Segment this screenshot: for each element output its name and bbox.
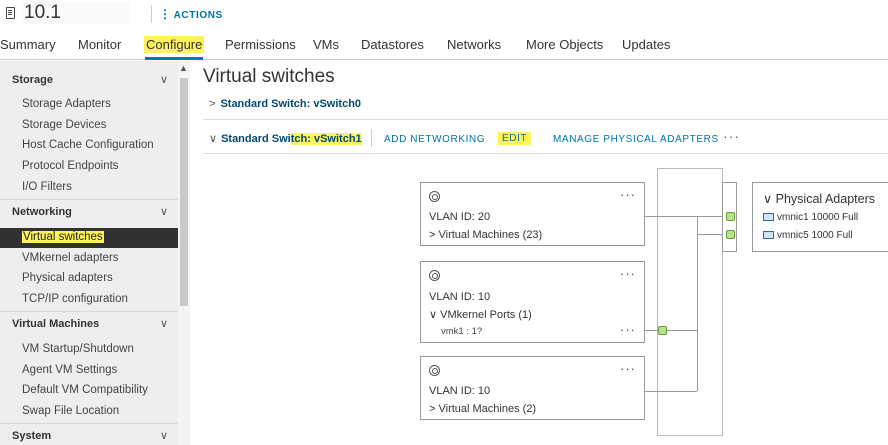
virtual-machines-count: Virtual Machines (23) (438, 229, 543, 241)
sidebar-item-swap-file-location[interactable]: Swap File Location (22, 405, 119, 417)
sidebar-item-storage-devices[interactable]: Storage Devices (22, 119, 106, 131)
virtual-machines-toggle[interactable]: > Virtual Machines (23) (429, 229, 542, 241)
more-actions-icon[interactable]: ··· (723, 128, 740, 144)
switch1-name: tch: vSwitch1 (290, 133, 362, 145)
sidebar-section-system[interactable]: System (12, 430, 51, 442)
vertical-ellipsis-icon: ⋮ (159, 7, 172, 21)
sidebar-section-storage[interactable]: Storage (12, 74, 53, 86)
section-divider (203, 119, 888, 120)
sidebar-divider (0, 311, 178, 312)
tab-permissions[interactable]: Permissions (225, 37, 296, 52)
more-icon[interactable]: ··· (620, 266, 636, 281)
switch-vswitch0-toggle[interactable]: > Standard Switch: vSwitch0 (209, 98, 361, 110)
tab-monitor[interactable]: Monitor (78, 37, 121, 52)
chevron-down-icon[interactable]: ∨ (160, 317, 168, 330)
tab-configure-label: Configure (144, 36, 205, 53)
add-networking-button[interactable]: ADD NETWORKING (384, 134, 485, 145)
tab-summary[interactable]: Summary (0, 37, 56, 52)
sidebar-item-storage-adapters[interactable]: Storage Adapters (22, 98, 111, 110)
virtual-machines-toggle[interactable]: > Virtual Machines (2) (429, 403, 536, 415)
chevron-down-icon[interactable]: ∨ (160, 429, 168, 442)
vlan-id: VLAN ID: 10 (429, 385, 491, 397)
virtual-machines-count: Virtual Machines (2) (438, 403, 537, 415)
actions-button[interactable]: ⋮ ACTIONS (159, 7, 223, 21)
switch1-prefix: Standard Swi (221, 133, 291, 145)
port-group-card[interactable]: ··· VLAN ID: 10 > Virtual Machines (2) (420, 356, 645, 420)
switch0-name: vSwitch0 (313, 98, 362, 110)
sidebar-divider (0, 423, 178, 424)
scrollbar-thumb[interactable] (180, 78, 188, 306)
object-header: 10.1 ⋮ ACTIONS (0, 0, 888, 28)
chevron-down-icon[interactable]: ∨ (160, 205, 168, 218)
connection-line (645, 330, 697, 331)
chevron-right-icon: > (209, 98, 216, 110)
sidebar-item-virtual-switches[interactable]: Virtual switches (22, 231, 104, 243)
tab-updates[interactable]: Updates (622, 37, 670, 52)
port-group-card[interactable]: ··· VLAN ID: 10 ∨ VMkernel Ports (1) vmk… (420, 261, 645, 343)
host-icon (6, 7, 15, 19)
active-tab-indicator (145, 57, 203, 60)
sidebar-item-vmkernel-adapters[interactable]: VMkernel adapters (22, 252, 119, 264)
vlan-id: VLAN ID: 20 (429, 211, 491, 223)
header-divider (151, 5, 152, 23)
host-name: 10.1 (24, 2, 61, 23)
chevron-down-icon[interactable]: ∨ (160, 73, 168, 86)
section-divider (203, 153, 888, 154)
connection-line (645, 391, 697, 392)
more-icon[interactable]: ··· (620, 361, 636, 376)
tab-configure[interactable]: Configure (144, 36, 205, 53)
sidebar-item-protocol-endpoints[interactable]: Protocol Endpoints (22, 160, 119, 172)
vmkernel-ports-count: VMkernel Ports (1) (440, 309, 532, 321)
sidebar-item-agent-vm-settings[interactable]: Agent VM Settings (22, 364, 117, 376)
vmkernel-port[interactable]: vmk1 : 1? (441, 326, 482, 337)
more-icon[interactable]: ··· (620, 322, 636, 337)
vmkernel-port-connector (658, 326, 667, 335)
tab-networks[interactable]: Networks (447, 37, 501, 52)
manage-physical-adapters-button[interactable]: MANAGE PHYSICAL ADAPTERS (553, 134, 719, 145)
connection-line (697, 216, 698, 391)
switch0-prefix: Standard Switch: (220, 98, 314, 110)
sidebar-item-io-filters[interactable]: I/O Filters (22, 181, 72, 193)
physical-adapters-toggle[interactable]: ∨ Physical Adapters (763, 191, 875, 206)
sidebar-item-vm-startup[interactable]: VM Startup/Shutdown (22, 343, 134, 355)
uplink-port (726, 230, 735, 239)
sidebar-section-networking[interactable]: Networking (12, 206, 72, 218)
virtual-switch-body (657, 168, 723, 436)
sidebar-section-virtual-machines[interactable]: Virtual Machines (12, 318, 99, 330)
switch-vswitch1-toggle[interactable]: ∨ Standard Switch: vSwitch1 (209, 132, 362, 145)
tab-vms[interactable]: VMs (313, 37, 339, 52)
port-group-icon (429, 365, 440, 376)
uplink-port (726, 212, 735, 221)
tab-datastores[interactable]: Datastores (361, 37, 424, 52)
vmkernel-ports-toggle[interactable]: ∨ VMkernel Ports (1) (429, 308, 532, 321)
nic-icon (763, 213, 774, 221)
physical-adapter-item[interactable]: vmnic5 1000 Full (777, 230, 853, 241)
sidebar-item-physical-adapters[interactable]: Physical adapters (22, 272, 113, 284)
physical-adapters-title: Physical Adapters (775, 192, 875, 206)
page-title: Virtual switches (203, 66, 335, 87)
actions-divider (371, 129, 372, 147)
more-icon[interactable]: ··· (620, 187, 636, 202)
vlan-id: VLAN ID: 10 (429, 291, 491, 303)
chevron-down-icon: ∨ (209, 133, 218, 145)
connection-line (697, 234, 723, 235)
physical-adapters-panel: ∨ Physical Adapters vmnic1 10000 Full vm… (752, 182, 888, 252)
nic-icon (763, 231, 774, 239)
connection-line (645, 216, 697, 217)
physical-adapter-item[interactable]: vmnic1 10000 Full (777, 212, 858, 223)
port-group-card[interactable]: ··· VLAN ID: 20 > Virtual Machines (23) (420, 182, 645, 246)
connection-line (697, 216, 723, 217)
edit-button[interactable]: EDIT (498, 132, 532, 145)
tab-more-objects[interactable]: More Objects (526, 37, 603, 52)
port-group-icon (429, 270, 440, 281)
scroll-up-icon[interactable]: ▲ (179, 63, 188, 73)
object-tabs: Summary Monitor Configure Permissions VM… (0, 32, 888, 60)
port-group-icon (429, 191, 440, 202)
sidebar-item-default-vm-compat[interactable]: Default VM Compatibility (22, 384, 148, 396)
actions-label: ACTIONS (173, 10, 223, 21)
sidebar-item-tcpip-configuration[interactable]: TCP/IP configuration (22, 293, 128, 305)
sidebar-item-host-cache[interactable]: Host Cache Configuration (22, 139, 154, 151)
sidebar-divider (0, 199, 178, 200)
